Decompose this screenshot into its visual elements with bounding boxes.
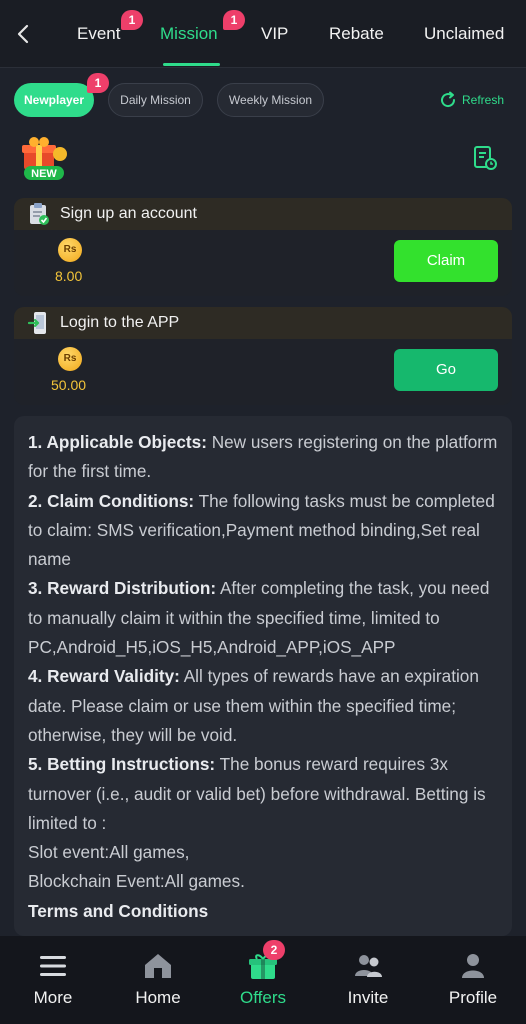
task-title: Sign up an account [60,205,197,222]
menu-icon [40,956,66,976]
tab-unclaimed[interactable]: Unclaimed [424,24,504,44]
phone-app-icon [28,312,46,334]
tab-rebate[interactable]: Rebate [329,24,384,44]
refresh-icon [441,91,456,108]
bottom-nav: More Home 2 Offers Invite Profile [0,936,526,1024]
nav-invite-label: Invite [347,988,389,1007]
tab-mission-badge: 1 [223,10,245,30]
rule-slot: Slot event:All games, [28,842,190,863]
chip-daily-mission[interactable]: Daily Mission [108,83,203,117]
rule-4: 4. Reward Validity: All types of rewards… [28,666,479,745]
chip-newplayer-badge: 1 [87,73,109,93]
tab-mission[interactable]: Mission [160,24,218,44]
nav-home[interactable]: Home [113,936,203,1024]
new-gift-icon: NEW [22,137,67,180]
active-tab-indicator [163,63,220,66]
users-icon [355,955,382,977]
task-header: Sign up an account [14,198,512,230]
nav-offers[interactable]: 2 Offers [218,936,308,1024]
reward-amount: 8.00 [55,268,83,284]
nav-invite[interactable]: Invite [323,936,413,1024]
task-card-signup: Sign up an account Rs 8.00 Claim [14,198,512,296]
back-arrow-icon[interactable] [12,22,36,46]
clipboard-check-icon [30,203,49,225]
offers-badge: 2 [263,940,285,960]
go-button[interactable]: Go [394,349,498,391]
top-nav: Event 1 Mission 1 VIP Rebate Unclaimed [0,0,526,68]
task-body: Rs 8.00 Claim [14,230,512,296]
rupee-coin-icon: Rs [58,238,82,262]
terms-heading[interactable]: Terms and Conditions [28,897,498,926]
rule-2: 2. Claim Conditions: The following tasks… [28,490,495,570]
chip-weekly-mission[interactable]: Weekly Mission [217,83,324,117]
app-root: Event 1 Mission 1 VIP Rebate Unclaimed N… [0,0,526,1024]
task-title: Login to the APP [60,314,180,331]
claim-button[interactable]: Claim [394,240,498,282]
task-body: Rs 50.00 Go [14,339,512,405]
history-list-icon[interactable] [472,145,498,171]
refresh-label: Refresh [462,93,505,107]
profile-icon [462,954,484,978]
tab-vip[interactable]: VIP [261,24,288,44]
rule-blockchain: Blockchain Event:All games. [28,871,245,892]
nav-home-label: Home [135,988,181,1007]
nav-more[interactable]: More [8,936,98,1024]
tab-event[interactable]: Event [77,24,120,44]
nav-profile[interactable]: Profile [428,936,518,1024]
tab-event-badge: 1 [121,10,143,30]
rules-panel: 1. Applicable Objects: New users registe… [14,416,512,936]
nav-more-label: More [33,988,73,1007]
rule-3: 3. Reward Distribution: After completing… [28,578,490,658]
nav-profile-label: Profile [448,988,498,1007]
reward-amount: 50.00 [51,377,87,393]
rule-1: 1. Applicable Objects: New users registe… [28,432,498,482]
refresh-button[interactable]: Refresh [438,88,504,112]
chip-newplayer[interactable]: Newplayer [14,83,94,117]
home-icon [145,954,171,978]
task-header: Login to the APP [14,307,512,339]
rupee-coin-icon: Rs [58,347,82,371]
nav-offers-label: Offers [240,988,286,1007]
new-label: NEW [31,168,57,180]
rule-5: 5. Betting Instructions: The bonus rewar… [28,754,486,833]
task-card-login-app: Login to the APP Rs 50.00 Go [14,307,512,405]
